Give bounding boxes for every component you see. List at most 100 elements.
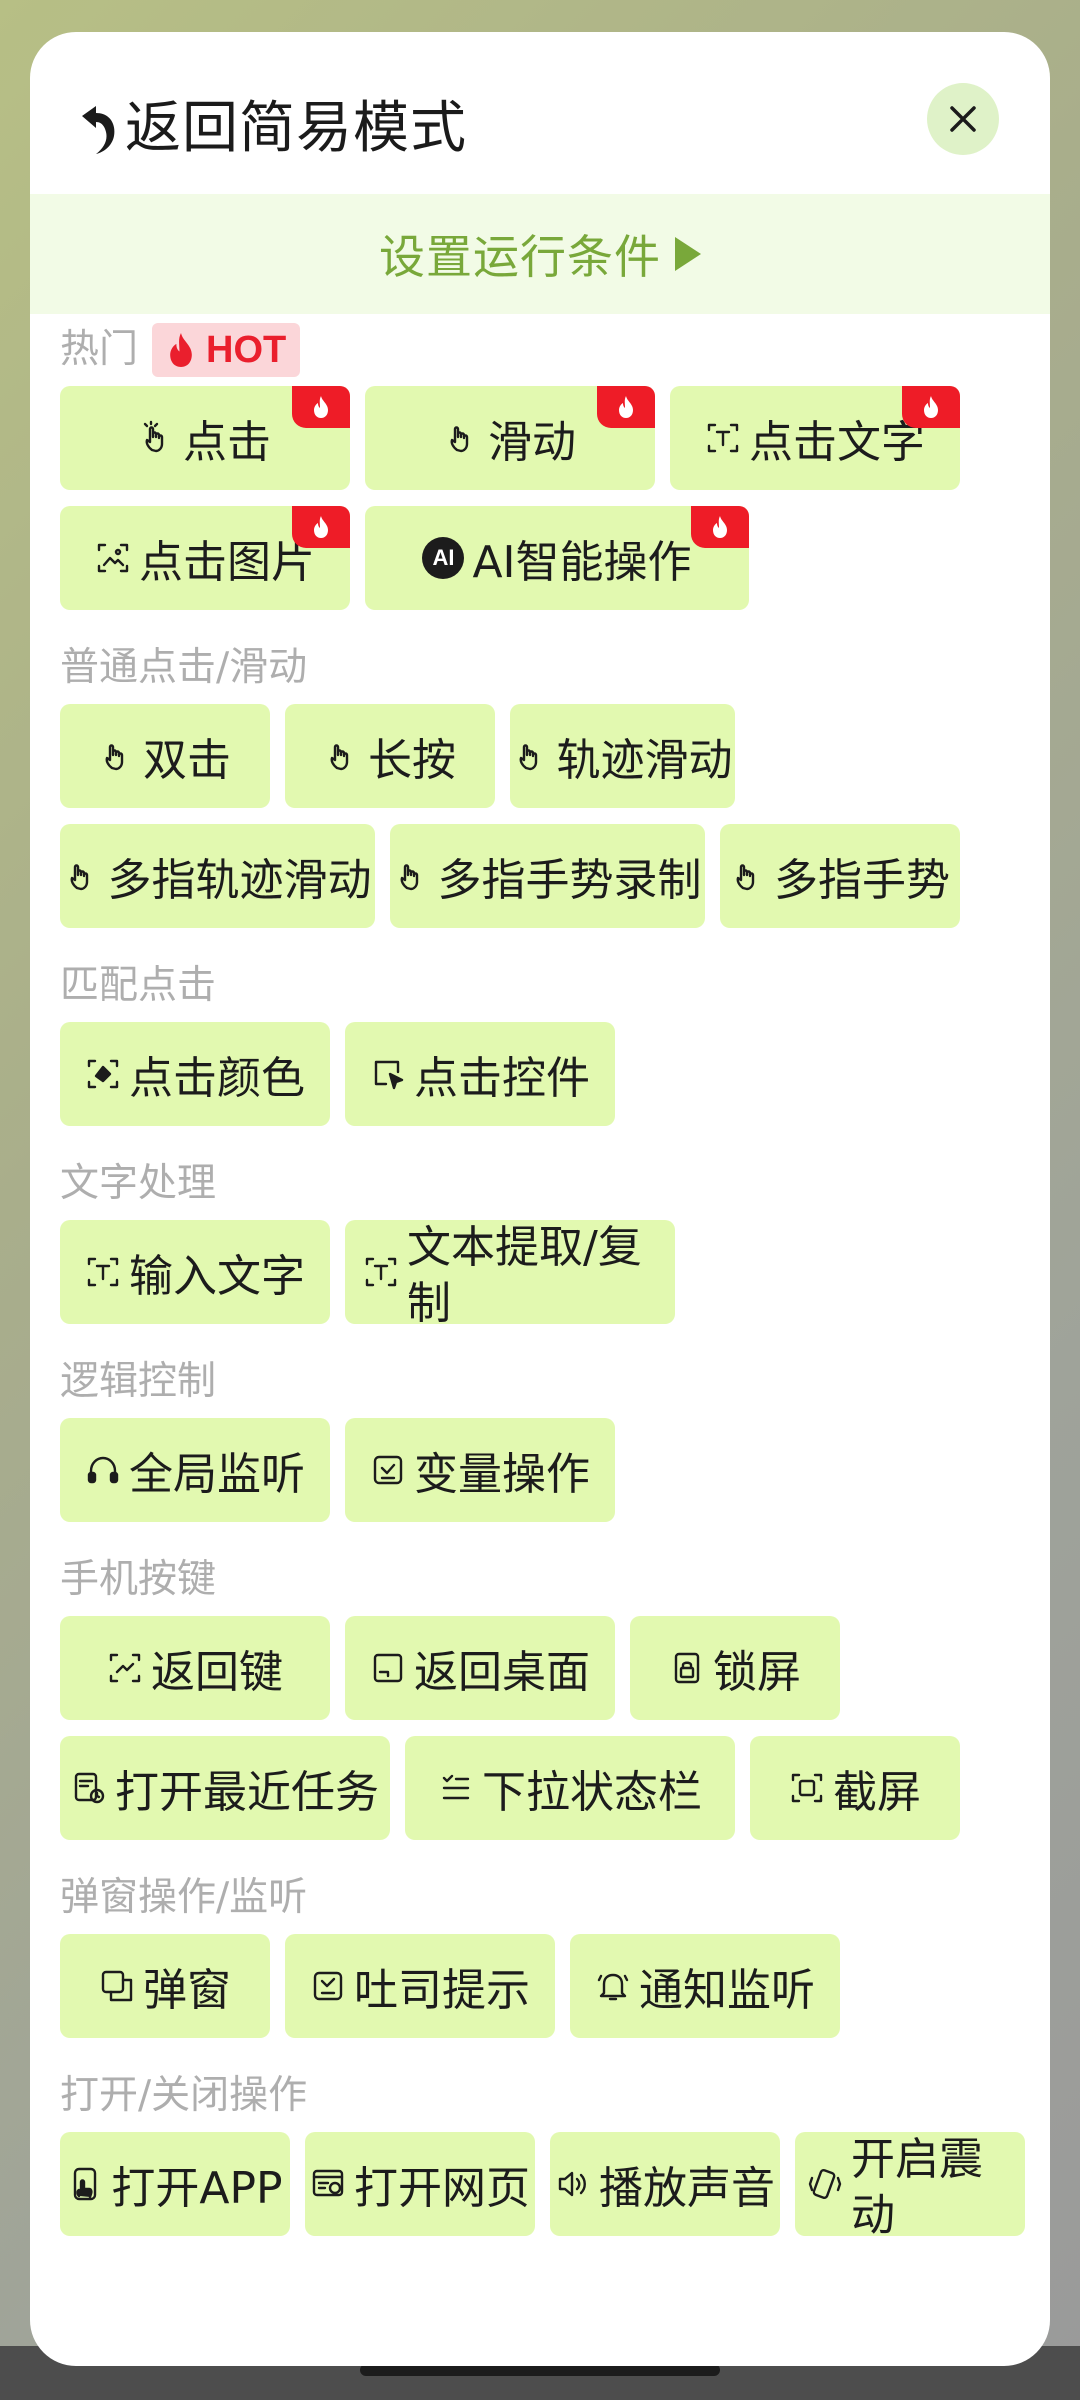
double-tap-icon	[99, 738, 135, 774]
hot-corner-badge	[292, 386, 350, 428]
action-chip[interactable]: 多指手势录制	[390, 824, 705, 928]
action-chip[interactable]: 打开最近任务	[60, 1736, 390, 1840]
hot-corner-badge	[691, 506, 749, 548]
status-bar-icon	[438, 1770, 474, 1806]
action-chip[interactable]: AI AI智能操作	[365, 506, 749, 610]
action-chip[interactable]: 下拉状态栏	[405, 1736, 735, 1840]
action-chip-label: 轨迹滑动	[556, 735, 733, 786]
section-4: 文字处理输入文字 文本提取/复制	[30, 1148, 1050, 1346]
action-chip[interactable]: 双击	[60, 704, 270, 808]
action-chip-label: 文本提取/复制	[407, 1222, 642, 1324]
action-chip-label: 变量操作	[414, 1449, 590, 1500]
action-chip-label: 吐司提示	[354, 1965, 530, 2016]
action-chip-label: 点击图片	[139, 537, 315, 588]
action-chip[interactable]: 轨迹滑动	[510, 704, 735, 808]
open-app-icon	[67, 2166, 103, 2202]
action-chip[interactable]: 截屏	[750, 1736, 960, 1840]
action-chip[interactable]: 变量操作	[345, 1418, 615, 1522]
action-grid: 点击颜色 点击控件	[60, 1022, 1050, 1148]
action-chip-label: 打开APP	[111, 2163, 283, 2214]
hot-corner-badge	[902, 386, 960, 428]
hot-badge-label: HOT	[206, 329, 287, 371]
action-grid: 弹窗 吐司提示 通知监听	[60, 1934, 1050, 2060]
text-extract-icon	[363, 1254, 399, 1290]
action-chip-label: 长按	[368, 735, 456, 786]
section-title-label: 文字处理	[60, 1161, 217, 1206]
section-8: 打开/关闭操作打开APP 打开网页 播放声音 开启震动	[30, 2060, 1050, 2258]
section-title: 弹窗操作/监听	[60, 1862, 1050, 1934]
section-6: 手机按键 返回键 返回桌面 锁屏打开最近任务 下拉状态栏 截屏	[30, 1544, 1050, 1862]
action-chip[interactable]: 点击图片	[60, 506, 350, 610]
close-icon	[950, 106, 976, 132]
action-chip[interactable]: 播放声音	[550, 2132, 780, 2236]
action-chip-label: 点击颜色	[129, 1053, 305, 1104]
fire-icon	[619, 396, 633, 418]
action-grid: 返回键 返回桌面 锁屏打开最近任务 下拉状态栏 截屏	[60, 1616, 1050, 1862]
track-swipe-icon	[513, 738, 549, 774]
action-chip[interactable]: 长按	[285, 704, 495, 808]
hot-corner-badge	[597, 386, 655, 428]
action-chip[interactable]: 文本提取/复制	[345, 1220, 675, 1324]
action-chip[interactable]: 点击文字	[670, 386, 960, 490]
action-chip[interactable]: 滑动	[365, 386, 655, 490]
section-title-label: 打开/关闭操作	[60, 2073, 308, 2118]
sheet-header: 返回简易模式	[30, 32, 1050, 194]
action-chip[interactable]: 返回桌面	[345, 1616, 615, 1720]
action-chip[interactable]: 返回键	[60, 1616, 330, 1720]
section-title-label: 弹窗操作/监听	[60, 1875, 308, 1920]
close-button[interactable]	[927, 83, 999, 155]
action-chip-label: 滑动	[488, 417, 576, 468]
ai-icon: AI	[422, 537, 465, 579]
action-chip-label: 打开最近任务	[115, 1767, 379, 1818]
undo-arrow-icon[interactable]	[76, 102, 120, 156]
text-input-icon	[85, 1254, 121, 1290]
hot-badge: HOT	[152, 323, 301, 377]
back-to-simple-mode-title[interactable]: 返回简易模式	[125, 94, 467, 164]
fire-icon	[924, 396, 938, 418]
section-title: 普通点击/滑动	[60, 632, 1050, 704]
back-key-icon	[107, 1650, 143, 1686]
bell-icon	[595, 1968, 631, 2004]
action-chip-label: 下拉状态栏	[482, 1767, 702, 1818]
section-title-label: 热门	[60, 327, 139, 372]
section-title: 匹配点击	[60, 950, 1050, 1022]
action-chip[interactable]: 多指手势	[720, 824, 960, 928]
action-chip[interactable]: 点击颜色	[60, 1022, 330, 1126]
widget-cursor-icon	[370, 1056, 406, 1092]
multi-finger-gesture-icon	[730, 858, 766, 894]
action-chip-label: 弹窗	[143, 1965, 231, 2016]
image-scan-icon	[95, 540, 131, 576]
action-chip[interactable]: 点击控件	[345, 1022, 615, 1126]
action-chip-label: 通知监听	[639, 1965, 815, 2016]
section-5: 逻辑控制 全局监听 变量操作	[30, 1346, 1050, 1544]
action-chip[interactable]: 点击	[60, 386, 350, 490]
popup-icon	[99, 1968, 135, 2004]
section-title: 热门 HOT	[60, 314, 1050, 386]
action-chip[interactable]: 打开APP	[60, 2132, 290, 2236]
lock-screen-icon	[669, 1650, 705, 1686]
action-chip[interactable]: 输入文字	[60, 1220, 330, 1324]
action-grid: 输入文字 文本提取/复制	[60, 1220, 1050, 1346]
action-chip-label: 多指手势	[774, 855, 950, 906]
action-chip-label: 打开网页	[354, 2163, 530, 2214]
section-title: 逻辑控制	[60, 1346, 1050, 1418]
section-title: 文字处理	[60, 1148, 1050, 1220]
action-chip[interactable]: 吐司提示	[285, 1934, 555, 2038]
action-chip-label: AI智能操作	[472, 537, 692, 588]
action-chip-label: 开启震动	[851, 2134, 983, 2236]
variable-icon	[370, 1452, 406, 1488]
color-picker-icon	[85, 1056, 121, 1092]
action-chip[interactable]: 锁屏	[630, 1616, 840, 1720]
action-chip[interactable]: 多指轨迹滑动	[60, 824, 375, 928]
action-chip[interactable]: 弹窗	[60, 1934, 270, 2038]
action-chip[interactable]: 全局监听	[60, 1418, 330, 1522]
text-scan-icon	[705, 420, 741, 456]
action-chip[interactable]: 通知监听	[570, 1934, 840, 2038]
action-chip-label: 多指手势录制	[437, 855, 702, 906]
toast-icon	[310, 1968, 346, 2004]
action-chip[interactable]: 打开网页	[305, 2132, 535, 2236]
ai-icon-label: AI	[422, 537, 465, 579]
action-chip[interactable]: 开启震动	[795, 2132, 1025, 2236]
set-run-condition-button[interactable]: 设置运行条件	[30, 194, 1050, 314]
section-title: 手机按键	[60, 1544, 1050, 1616]
